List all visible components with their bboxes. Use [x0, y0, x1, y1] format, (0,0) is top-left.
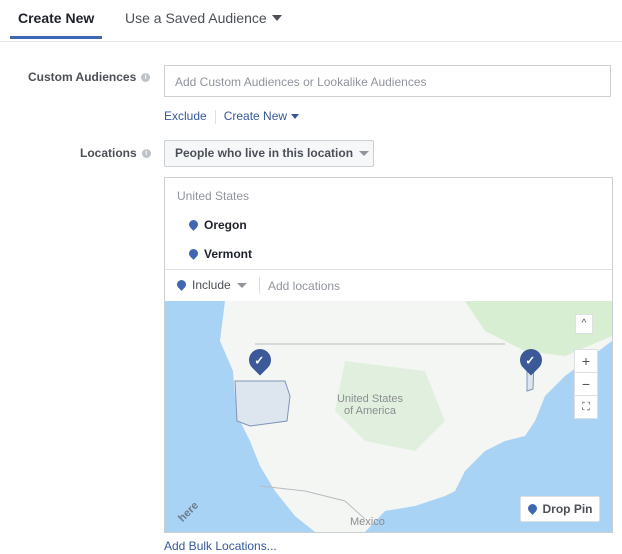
add-locations-input[interactable]: Add locations — [268, 279, 340, 293]
zoom-out-button[interactable]: − — [574, 372, 598, 396]
location-item[interactable]: Oregon — [187, 217, 247, 232]
location-type-dropdown[interactable]: People who live in this location — [164, 140, 374, 167]
location-map[interactable]: ✓ ✓ United States of America Mexico here… — [165, 301, 612, 532]
map-mexico-label: Mexico — [350, 516, 385, 528]
tab-use-saved-audience[interactable]: Use a Saved Audience — [125, 10, 282, 26]
location-type-value: People who live in this location — [175, 146, 354, 160]
tab-saved-label: Use a Saved Audience — [125, 10, 267, 26]
custom-audiences-label-text: Custom Audiences — [28, 70, 137, 84]
drop-pin-button[interactable]: Drop Pin — [520, 496, 600, 522]
divider — [214, 109, 216, 124]
exclude-link[interactable]: Exclude — [164, 109, 207, 123]
info-icon[interactable]: i — [141, 73, 151, 83]
locations-label: Locations i — [80, 146, 151, 160]
create-new-link[interactable]: Create New — [223, 109, 300, 123]
divider — [259, 277, 260, 294]
custom-audiences-input[interactable]: Add Custom Audiences or Lookalike Audien… — [164, 65, 611, 97]
location-pin-icon — [187, 246, 200, 260]
info-icon[interactable]: i — [141, 149, 151, 159]
tab-create-new[interactable]: Create New — [18, 10, 94, 26]
include-dropdown[interactable]: Include — [175, 277, 247, 292]
add-bulk-locations-link[interactable]: Add Bulk Locations... — [164, 539, 277, 553]
chevron-down-icon — [291, 114, 300, 120]
add-location-row: Include Add locations — [165, 269, 612, 302]
active-tab-indicator — [10, 36, 102, 39]
create-new-label: Create New — [223, 109, 288, 123]
map-country-label: United States of America — [336, 393, 404, 417]
country-heading: United States — [177, 189, 250, 203]
location-name: Oregon — [204, 218, 247, 232]
recenter-icon[interactable]: ⛶ — [574, 395, 598, 419]
custom-audiences-label: Custom Audiences i — [28, 70, 151, 84]
location-pin-icon — [187, 217, 200, 231]
location-item[interactable]: Vermont — [187, 246, 253, 261]
chevron-down-icon — [359, 151, 370, 157]
location-pin-icon — [175, 277, 188, 291]
zoom-in-button[interactable]: + — [574, 349, 598, 373]
chevron-down-icon — [271, 14, 282, 21]
chevron-down-icon — [236, 283, 247, 289]
map-collapse-button[interactable]: ^ — [575, 314, 593, 334]
location-name: Vermont — [204, 247, 253, 261]
include-value: Include — [192, 278, 231, 292]
custom-audience-links: Exclude Create New — [164, 109, 300, 124]
locations-panel: United States Oregon Vermont Include Add… — [164, 177, 613, 533]
audience-tabs: Create New Use a Saved Audience — [0, 0, 622, 42]
location-pin-icon — [525, 501, 539, 515]
locations-label-text: Locations — [80, 146, 137, 160]
drop-pin-label: Drop Pin — [542, 502, 593, 516]
